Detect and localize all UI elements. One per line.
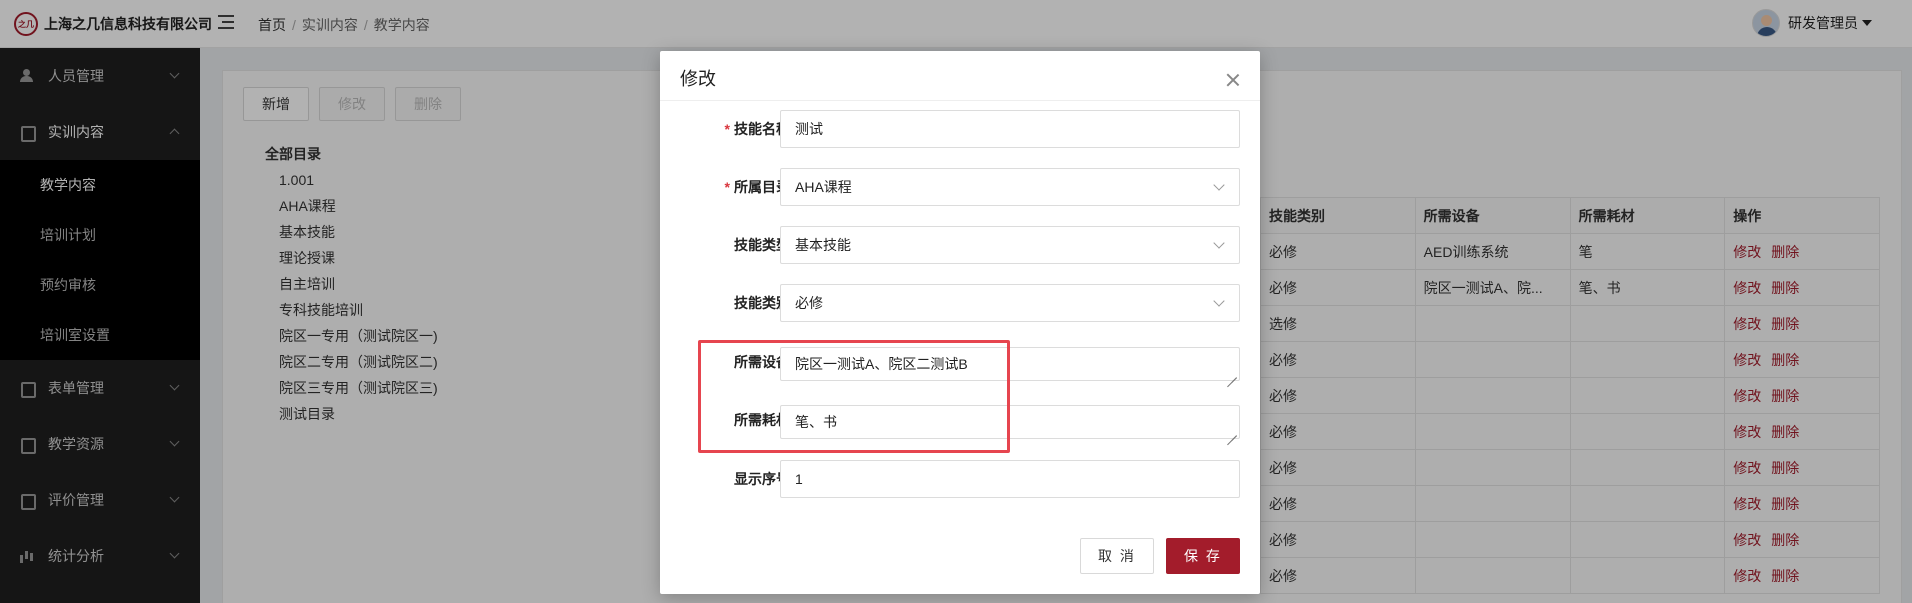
dialog-footer: 取 消 保 存 xyxy=(1080,538,1240,574)
chevron-down-icon xyxy=(1213,295,1225,307)
skill-type-select[interactable]: 基本技能 xyxy=(780,226,1240,264)
resize-handle-icon[interactable] xyxy=(1227,426,1237,436)
required-mark: * xyxy=(724,121,730,137)
form-row-skill-type: 技能类型 基本技能 xyxy=(660,226,1260,264)
resize-handle-icon[interactable] xyxy=(1227,368,1237,378)
highlight-box xyxy=(698,340,1010,453)
required-mark: * xyxy=(724,179,730,195)
chevron-down-icon xyxy=(1213,179,1225,191)
dialog-header: 修改 xyxy=(660,51,1260,101)
form-row-order: 显示序号 1 xyxy=(660,460,1260,498)
close-icon[interactable] xyxy=(1226,73,1240,87)
order-input[interactable]: 1 xyxy=(780,460,1240,498)
form-row-skill-category: 技能类别 必修 xyxy=(660,284,1260,322)
save-button[interactable]: 保 存 xyxy=(1166,538,1240,574)
catalog-select[interactable]: AHA课程 xyxy=(780,168,1240,206)
form-row-skill-name: * 技能名称 测试 xyxy=(660,110,1260,148)
skill-name-input[interactable]: 测试 xyxy=(780,110,1240,148)
edit-skill-dialog: 修改 * 技能名称 测试 * 所属目录 AHA课程 技能类型 基本技能 技能类别 必… xyxy=(660,51,1260,594)
chevron-down-icon xyxy=(1213,237,1225,249)
dialog-title: 修改 xyxy=(680,69,716,89)
cancel-button[interactable]: 取 消 xyxy=(1080,538,1154,574)
skill-category-select[interactable]: 必修 xyxy=(780,284,1240,322)
form-row-catalog: * 所属目录 AHA课程 xyxy=(660,168,1260,206)
